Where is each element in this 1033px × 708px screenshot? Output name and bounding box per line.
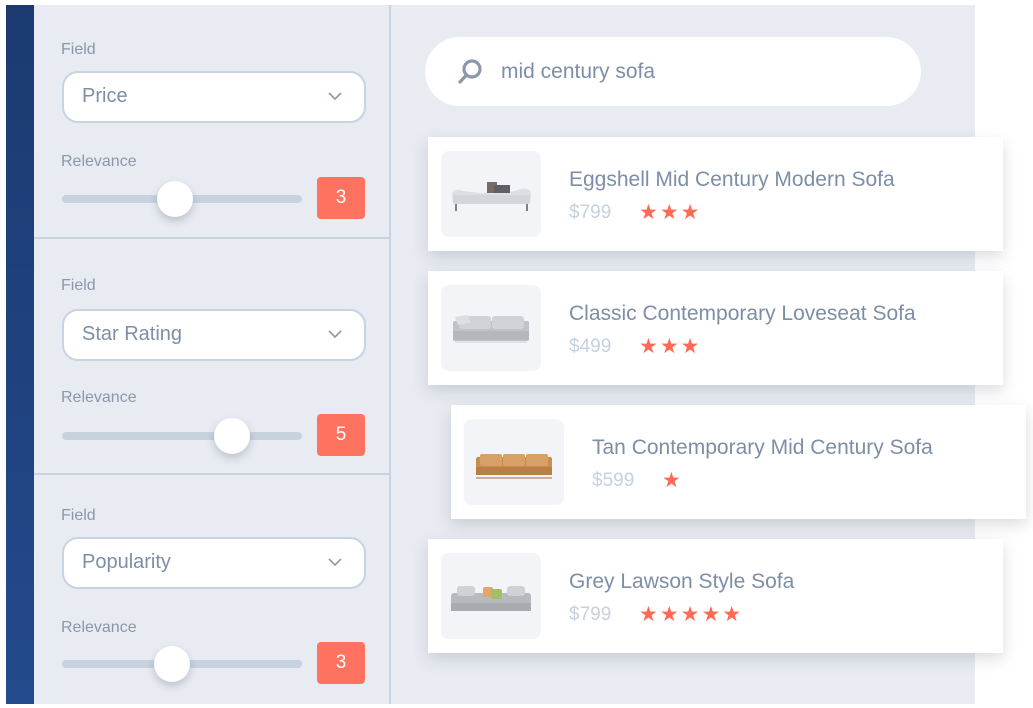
product-thumbnail-tan-sofa (464, 419, 564, 505)
star-rating: ★★★ (639, 201, 702, 224)
field-dropdown[interactable]: Price (62, 71, 366, 123)
filter-section-1: Field Price Relevance 3 (34, 5, 389, 239)
field-label: Field (61, 41, 96, 58)
product-title[interactable]: Grey Lawson Style Sofa (569, 570, 794, 594)
field-label: Field (61, 507, 96, 524)
search-input[interactable]: mid century sofa (425, 37, 921, 106)
star-rating: ★ (662, 469, 683, 492)
field-dropdown-value: Star Rating (82, 323, 183, 345)
accent-bar (6, 5, 34, 704)
relevance-label: Relevance (61, 619, 137, 636)
relevance-slider[interactable] (62, 418, 302, 454)
chevron-down-icon (328, 330, 342, 339)
field-dropdown-value: Price (82, 85, 128, 107)
product-thumbnail-grey-lawson-sofa (441, 553, 541, 639)
relevance-label: Relevance (61, 153, 137, 170)
filter-section-3: Field Popularity Relevance 3 (34, 477, 389, 704)
filter-section-2: Field Star Rating Relevance 5 (34, 241, 389, 475)
filter-panel: Field Price Relevance 3 Field Star Ratin… (34, 5, 391, 704)
relevance-label: Relevance (61, 389, 137, 406)
field-label: Field (61, 277, 96, 294)
product-price: $799 (569, 202, 612, 223)
chevron-down-icon (328, 558, 342, 567)
relevance-value-badge: 5 (317, 414, 365, 456)
result-card[interactable]: Eggshell Mid Century Modern Sofa $799 ★★… (428, 137, 1003, 251)
result-card[interactable]: Tan Contemporary Mid Century Sofa $599 ★ (451, 405, 1026, 519)
product-thumbnail-white-sofa (441, 151, 541, 237)
search-query[interactable]: mid century sofa (501, 60, 655, 84)
relevance-value-badge: 3 (317, 642, 365, 684)
field-dropdown[interactable]: Popularity (62, 537, 366, 589)
search-icon (458, 59, 482, 84)
relevance-slider[interactable] (62, 646, 302, 682)
star-rating: ★★★★★ (639, 603, 744, 626)
product-price: $499 (569, 336, 612, 357)
field-dropdown-value: Popularity (82, 551, 171, 573)
slider-thumb[interactable] (154, 646, 191, 682)
slider-thumb[interactable] (156, 181, 193, 217)
chevron-down-icon (328, 92, 342, 101)
product-thumbnail-grey-loveseat (441, 285, 541, 371)
field-dropdown[interactable]: Star Rating (62, 309, 366, 361)
relevance-slider[interactable] (62, 181, 302, 217)
product-title[interactable]: Tan Contemporary Mid Century Sofa (592, 436, 933, 460)
result-card[interactable]: Grey Lawson Style Sofa $799 ★★★★★ (428, 539, 1003, 653)
product-price: $599 (592, 470, 635, 491)
slider-thumb[interactable] (214, 418, 251, 454)
result-card[interactable]: Classic Contemporary Loveseat Sofa $499 … (428, 271, 1003, 385)
product-title[interactable]: Classic Contemporary Loveseat Sofa (569, 302, 916, 326)
star-rating: ★★★ (639, 335, 702, 358)
product-price: $799 (569, 604, 612, 625)
product-title[interactable]: Eggshell Mid Century Modern Sofa (569, 168, 895, 192)
relevance-value-badge: 3 (317, 177, 365, 219)
